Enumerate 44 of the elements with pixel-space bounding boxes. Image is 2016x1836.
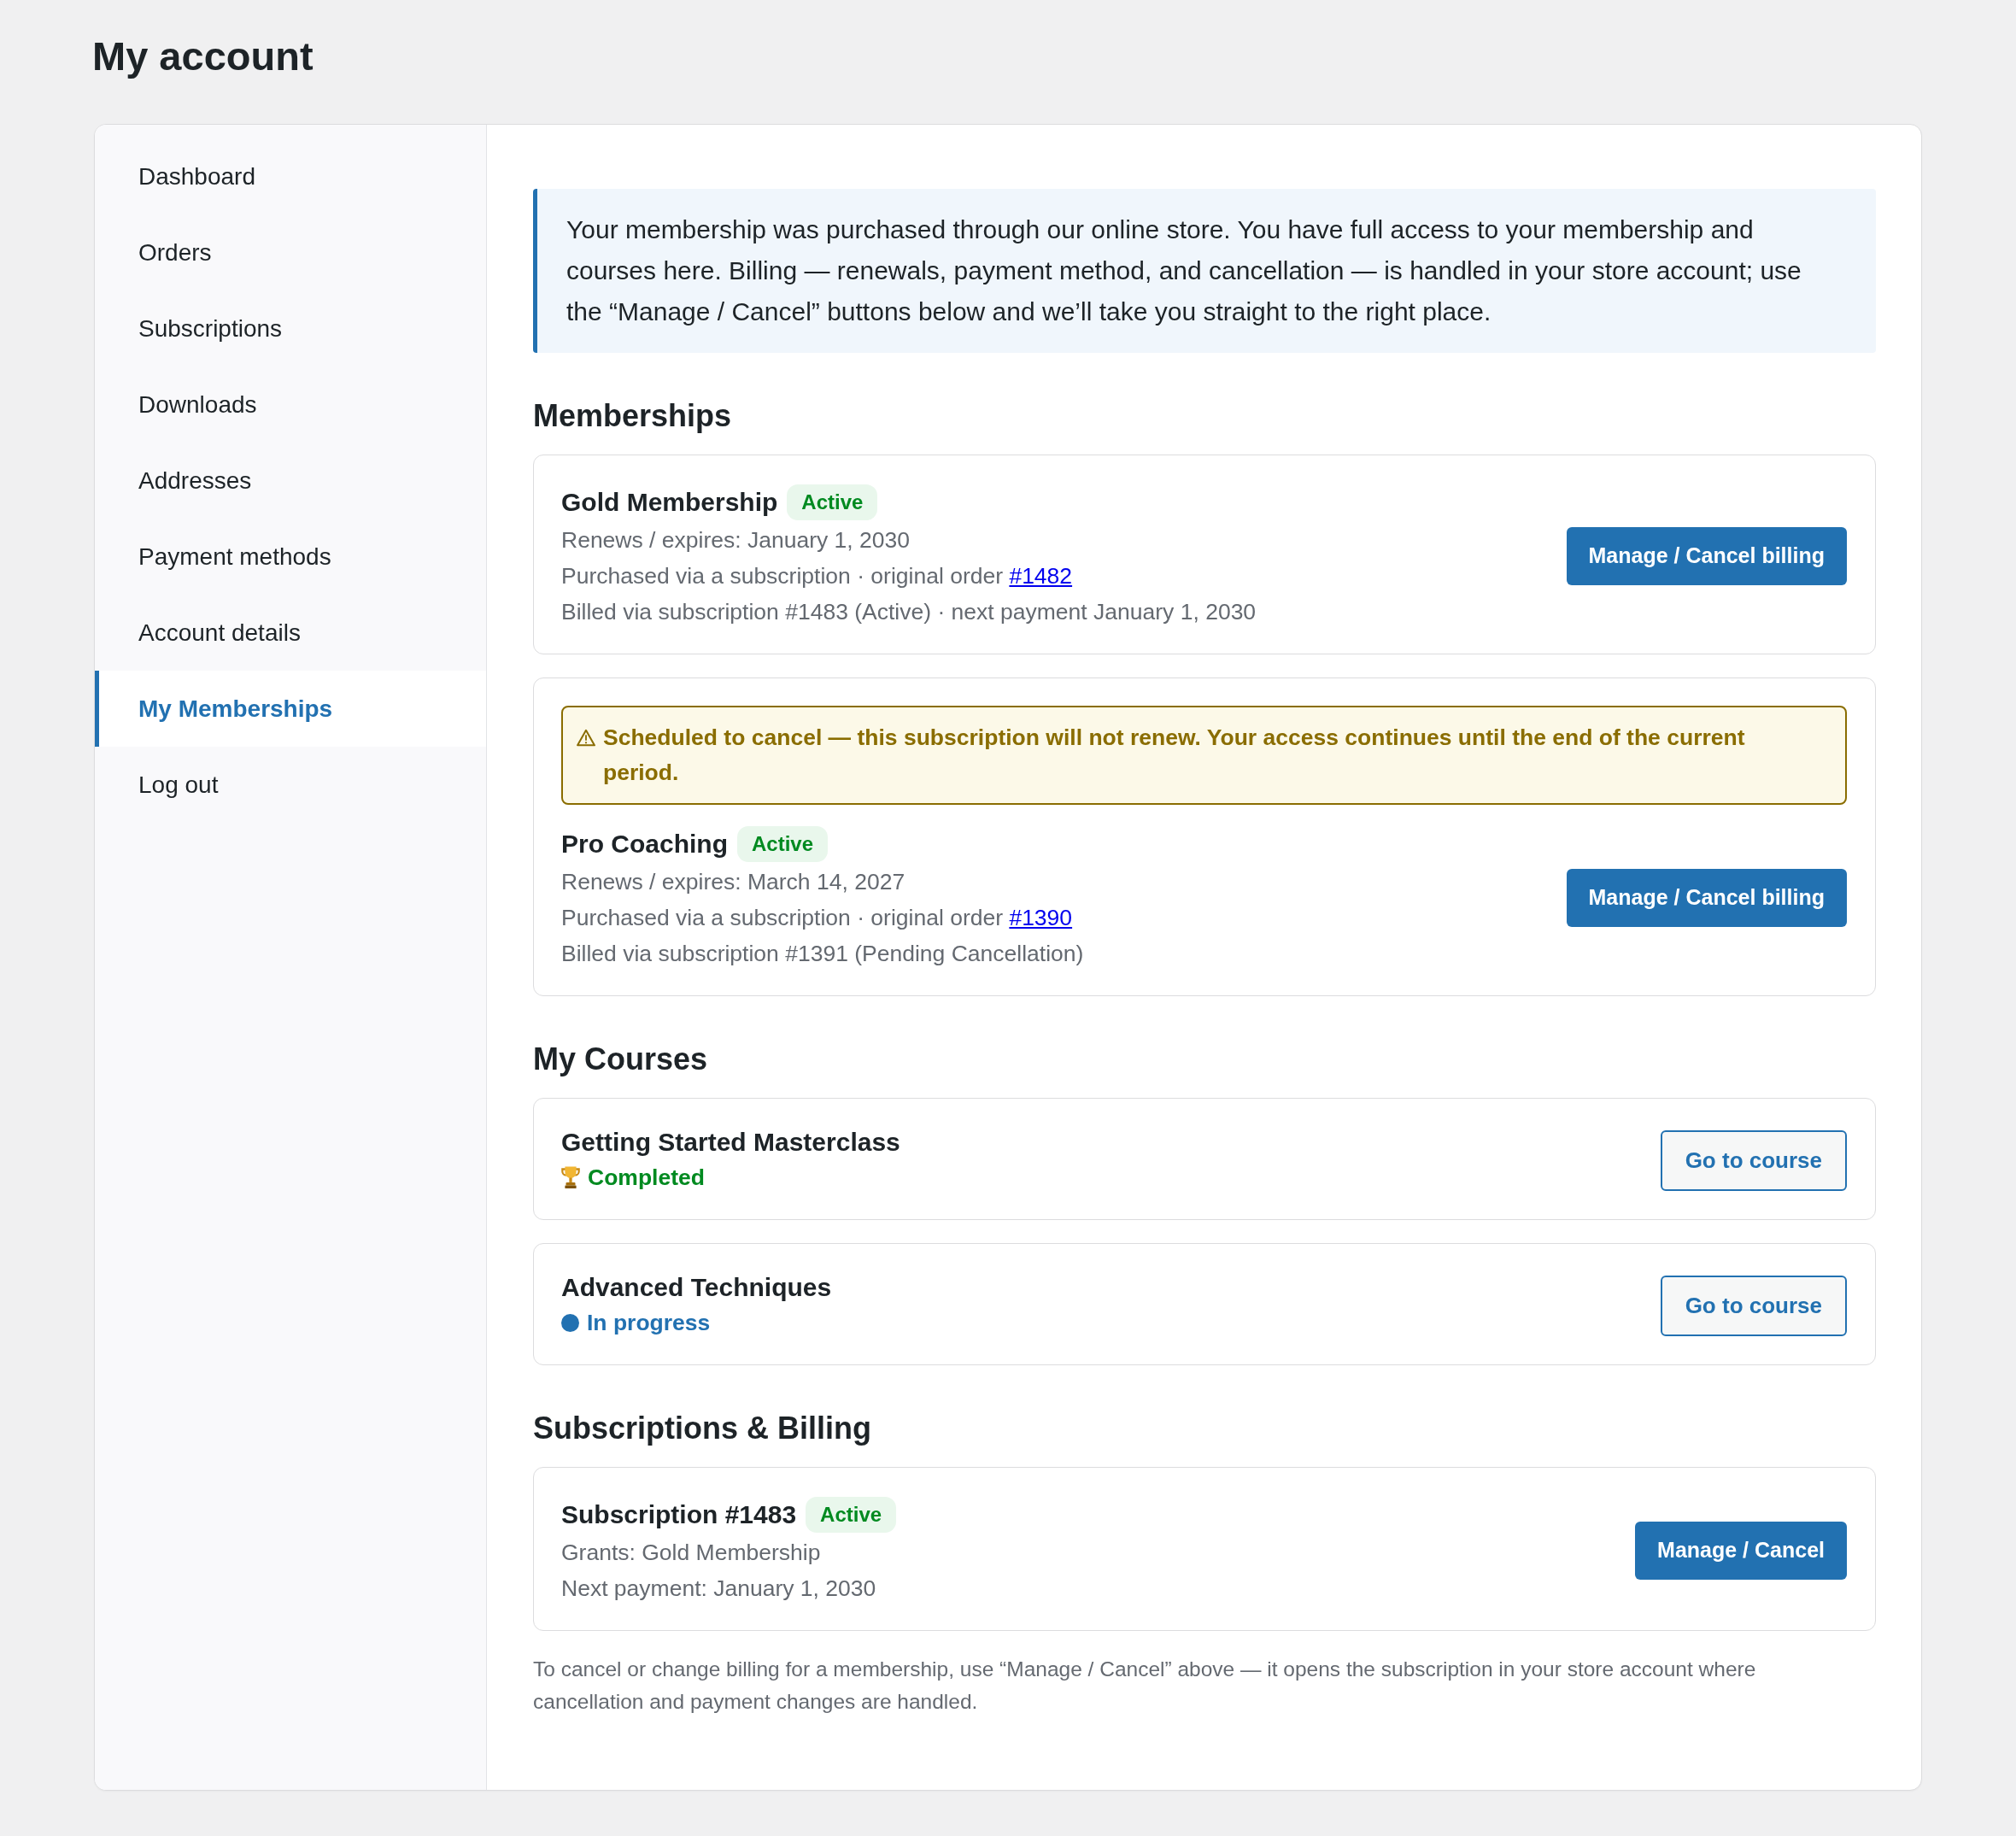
warning-icon [577,729,595,747]
sidebar-item[interactable]: Log out [95,747,486,823]
section-heading: Subscriptions & Billing [533,1410,873,1447]
status-badge: Active [737,826,829,862]
status-badge: Active [806,1497,897,1533]
manage-billing-button[interactable]: Manage / Cancel billing [1566,869,1847,927]
order-link[interactable]: #1482 [1009,563,1073,589]
billing-note: To cancel or change billing for a membership, use “Manage / Cancel” above — it opens the subscription in your store account where cancellation and payment changes are handled. [533,1657,1757,1715]
sidebar-item[interactable]: My Memberships [95,671,486,747]
sidebar-item[interactable]: Downloads [95,367,486,443]
course-title: Getting Started Masterclass [561,1127,900,1158]
item-title: Subscription #1483 [561,1499,797,1530]
section-heading: Memberships [533,397,733,435]
status-dot-icon [561,1313,579,1332]
info-notice: Your membership was purchased through our online store. You have full access to your membership and courses here. Billing — renewals, payment method, and cancellation — is handled in your store account; use the “Manage / Cancel” buttons below and we’ll take you straight to the right place. [533,189,1876,353]
sidebar-item[interactable]: Subscriptions [95,290,486,367]
item-title: Pro Coaching [561,829,728,859]
detail-text: Billed via subscription #1391 (Pending Cancellation) [561,940,1084,968]
trophy-icon [561,1166,580,1188]
detail-text: Renews / expires: March 14, 2027 [561,868,906,896]
manage-cancel-button[interactable]: Manage / Cancel [1635,1522,1847,1580]
sidebar-item[interactable]: Addresses [95,443,486,519]
go-to-course-button[interactable]: Go to course [1660,1275,1847,1336]
warning-text: Scheduled to cancel — this subscription will not renew. Your access continues until the end of the current period. [603,724,1746,787]
page-title: My account [92,32,314,80]
detail-text: Renews / expires: January 1, 2030 [561,526,911,554]
sidebar-item[interactable]: Dashboard [95,138,486,214]
manage-billing-button[interactable]: Manage / Cancel billing [1566,527,1847,585]
course-status: Completed [588,1164,705,1192]
detail-text: Purchased via a subscription · original order #1390 [561,904,1074,932]
detail-text: Billed via subscription #1483 (Active) · next payment January 1, 2030 [561,598,1257,626]
course-status: In progress [587,1309,711,1337]
item-title: Gold Membership [561,487,778,518]
sidebar-item[interactable]: Account details [95,595,486,671]
sidebar-item[interactable]: Payment methods [95,519,486,595]
sidebar-item[interactable]: Orders [95,214,486,290]
course-title: Advanced Techniques [561,1272,832,1303]
go-to-course-button[interactable]: Go to course [1660,1129,1847,1191]
detail-text: Purchased via a subscription · original order #1482 [561,562,1074,590]
status-badge: Active [787,484,878,520]
section-heading: My Courses [533,1041,709,1078]
order-link[interactable]: #1390 [1009,905,1073,930]
detail-text: Grants: Gold Membership [561,1539,822,1567]
detail-text: Next payment: January 1, 2030 [561,1575,877,1603]
